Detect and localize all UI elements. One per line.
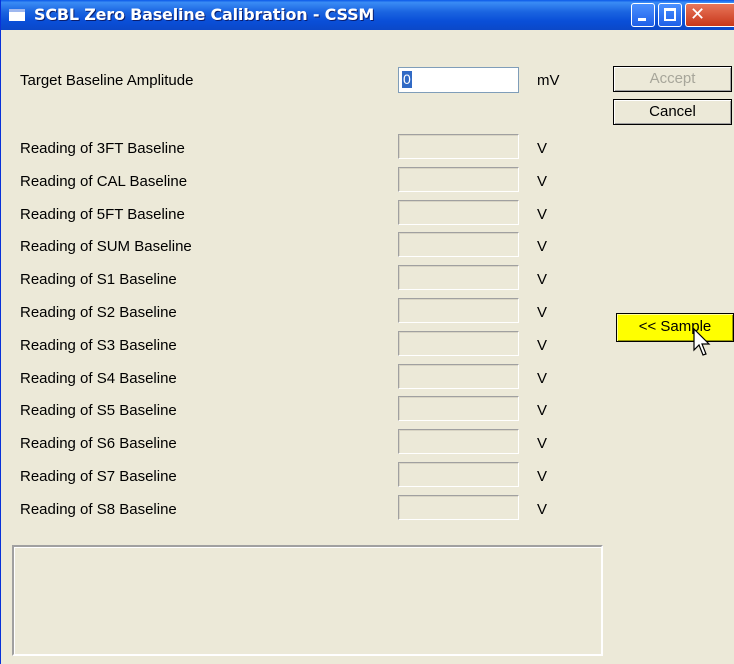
reading-field bbox=[398, 134, 519, 159]
close-icon: ✕ bbox=[690, 4, 706, 25]
reading-unit: V bbox=[537, 435, 548, 452]
reading-label: Reading of S4 Baseline bbox=[20, 370, 177, 387]
reading-label: Reading of S3 Baseline bbox=[20, 337, 177, 354]
reading-field bbox=[398, 167, 519, 192]
reading-unit: V bbox=[537, 238, 548, 255]
target-amplitude-unit: mV bbox=[537, 72, 560, 89]
reading-label: Reading of CAL Baseline bbox=[20, 173, 188, 190]
reading-unit: V bbox=[537, 206, 548, 223]
reading-unit: V bbox=[537, 402, 548, 419]
reading-unit: V bbox=[537, 140, 548, 157]
reading-label: Reading of 3FT Baseline bbox=[20, 140, 185, 157]
target-amplitude-label: Target Baseline Amplitude bbox=[20, 72, 194, 89]
reading-field bbox=[398, 298, 519, 323]
reading-field bbox=[398, 396, 519, 421]
reading-field bbox=[398, 265, 519, 290]
reading-label: Reading of S5 Baseline bbox=[20, 402, 177, 419]
accept-button[interactable]: Accept bbox=[613, 66, 732, 92]
sample-button[interactable]: << Sample bbox=[616, 313, 734, 342]
reading-label: Reading of S7 Baseline bbox=[20, 468, 177, 485]
target-amplitude-input[interactable]: 0 bbox=[398, 67, 519, 93]
reading-unit: V bbox=[537, 271, 548, 288]
window-icon bbox=[9, 9, 25, 21]
reading-unit: V bbox=[537, 501, 548, 518]
reading-label: Reading of 5FT Baseline bbox=[20, 206, 185, 223]
message-panel bbox=[12, 545, 603, 656]
reading-label: Reading of SUM Baseline bbox=[20, 238, 192, 255]
reading-label: Reading of S1 Baseline bbox=[20, 271, 177, 288]
target-amplitude-value: 0 bbox=[402, 71, 412, 88]
reading-label: Reading of S6 Baseline bbox=[20, 435, 177, 452]
reading-field bbox=[398, 364, 519, 389]
mouse-cursor-icon bbox=[693, 328, 711, 356]
window-title: SCBL Zero Baseline Calibration - CSSM bbox=[34, 5, 375, 24]
maximize-button[interactable] bbox=[658, 3, 682, 27]
reading-unit: V bbox=[537, 304, 548, 321]
reading-field bbox=[398, 462, 519, 487]
reading-field bbox=[398, 232, 519, 257]
dialog-window: SCBL Zero Baseline Calibration - CSSM ✕ … bbox=[0, 0, 734, 664]
minimize-icon bbox=[638, 18, 646, 21]
reading-label: Reading of S2 Baseline bbox=[20, 304, 177, 321]
reading-unit: V bbox=[537, 468, 548, 485]
reading-field bbox=[398, 429, 519, 454]
minimize-button[interactable] bbox=[631, 3, 655, 27]
reading-unit: V bbox=[537, 173, 548, 190]
cancel-button[interactable]: Cancel bbox=[613, 99, 732, 125]
close-button[interactable]: ✕ bbox=[685, 3, 734, 27]
maximize-icon bbox=[664, 8, 676, 21]
reading-field bbox=[398, 200, 519, 225]
reading-field bbox=[398, 495, 519, 520]
title-bar[interactable]: SCBL Zero Baseline Calibration - CSSM ✕ bbox=[1, 0, 734, 30]
reading-field bbox=[398, 331, 519, 356]
reading-label: Reading of S8 Baseline bbox=[20, 501, 177, 518]
reading-unit: V bbox=[537, 337, 548, 354]
reading-unit: V bbox=[537, 370, 548, 387]
